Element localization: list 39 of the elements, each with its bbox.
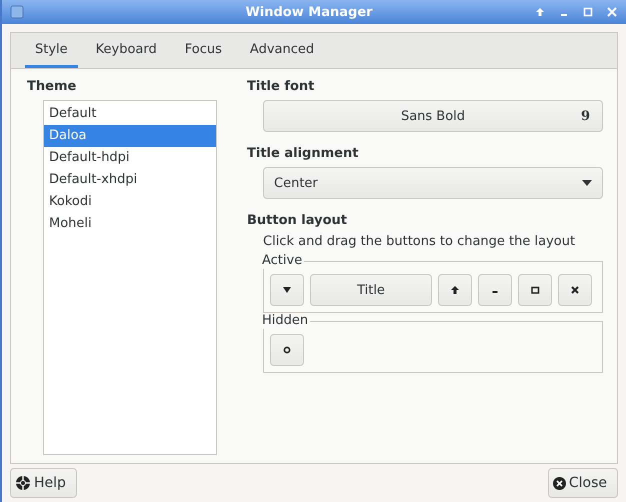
shade-button[interactable]	[438, 274, 472, 306]
section-heading: Title font	[247, 79, 316, 94]
close-button[interactable]: Close	[548, 468, 618, 498]
close-icon[interactable]	[606, 6, 618, 18]
maximize-icon	[530, 285, 540, 295]
down-triangle-icon	[282, 286, 292, 294]
stick-button[interactable]	[270, 334, 304, 366]
up-arrow-icon	[450, 285, 460, 295]
section-heading: Button layout	[247, 213, 348, 228]
frame-label: Active	[262, 253, 304, 269]
up-arrow-icon[interactable]	[534, 6, 546, 18]
circle-icon	[282, 345, 292, 355]
list-item[interactable]: Daloa	[44, 125, 216, 147]
close-button[interactable]	[558, 274, 592, 306]
section-heading: Theme	[27, 79, 78, 94]
frame-label: Hidden	[262, 313, 310, 329]
font-button[interactable]: Sans Bold 9	[263, 100, 603, 132]
window-title: Window Manager	[244, 4, 373, 20]
tab[interactable]: Keyboard	[86, 33, 167, 68]
tab[interactable]: Focus	[174, 33, 232, 68]
close-icon	[570, 285, 580, 295]
help-button[interactable]: Help	[10, 468, 77, 498]
dropdown-arrow-icon	[582, 180, 592, 186]
list-item[interactable]: Default-hdpi	[44, 147, 216, 169]
list-item[interactable]: Default	[44, 103, 216, 125]
app-icon	[10, 5, 24, 19]
alignment-dropdown[interactable]: Center	[263, 167, 603, 199]
help-icon	[15, 475, 31, 491]
section-heading: Title alignment	[247, 146, 360, 161]
menu-button[interactable]	[270, 274, 304, 306]
list-item[interactable]: Kokodi	[44, 191, 216, 213]
list-item[interactable]: Moheli	[44, 213, 216, 235]
hint-text: Click and drag the buttons to change the layout	[263, 234, 576, 249]
maximize-button[interactable]	[518, 274, 552, 306]
maximize-icon[interactable]	[582, 6, 594, 18]
list-item[interactable]: Default-xhdpi	[44, 169, 216, 191]
title-button[interactable]: Title	[310, 274, 432, 306]
tab[interactable]: Advanced	[240, 33, 324, 68]
close-icon	[552, 476, 566, 490]
